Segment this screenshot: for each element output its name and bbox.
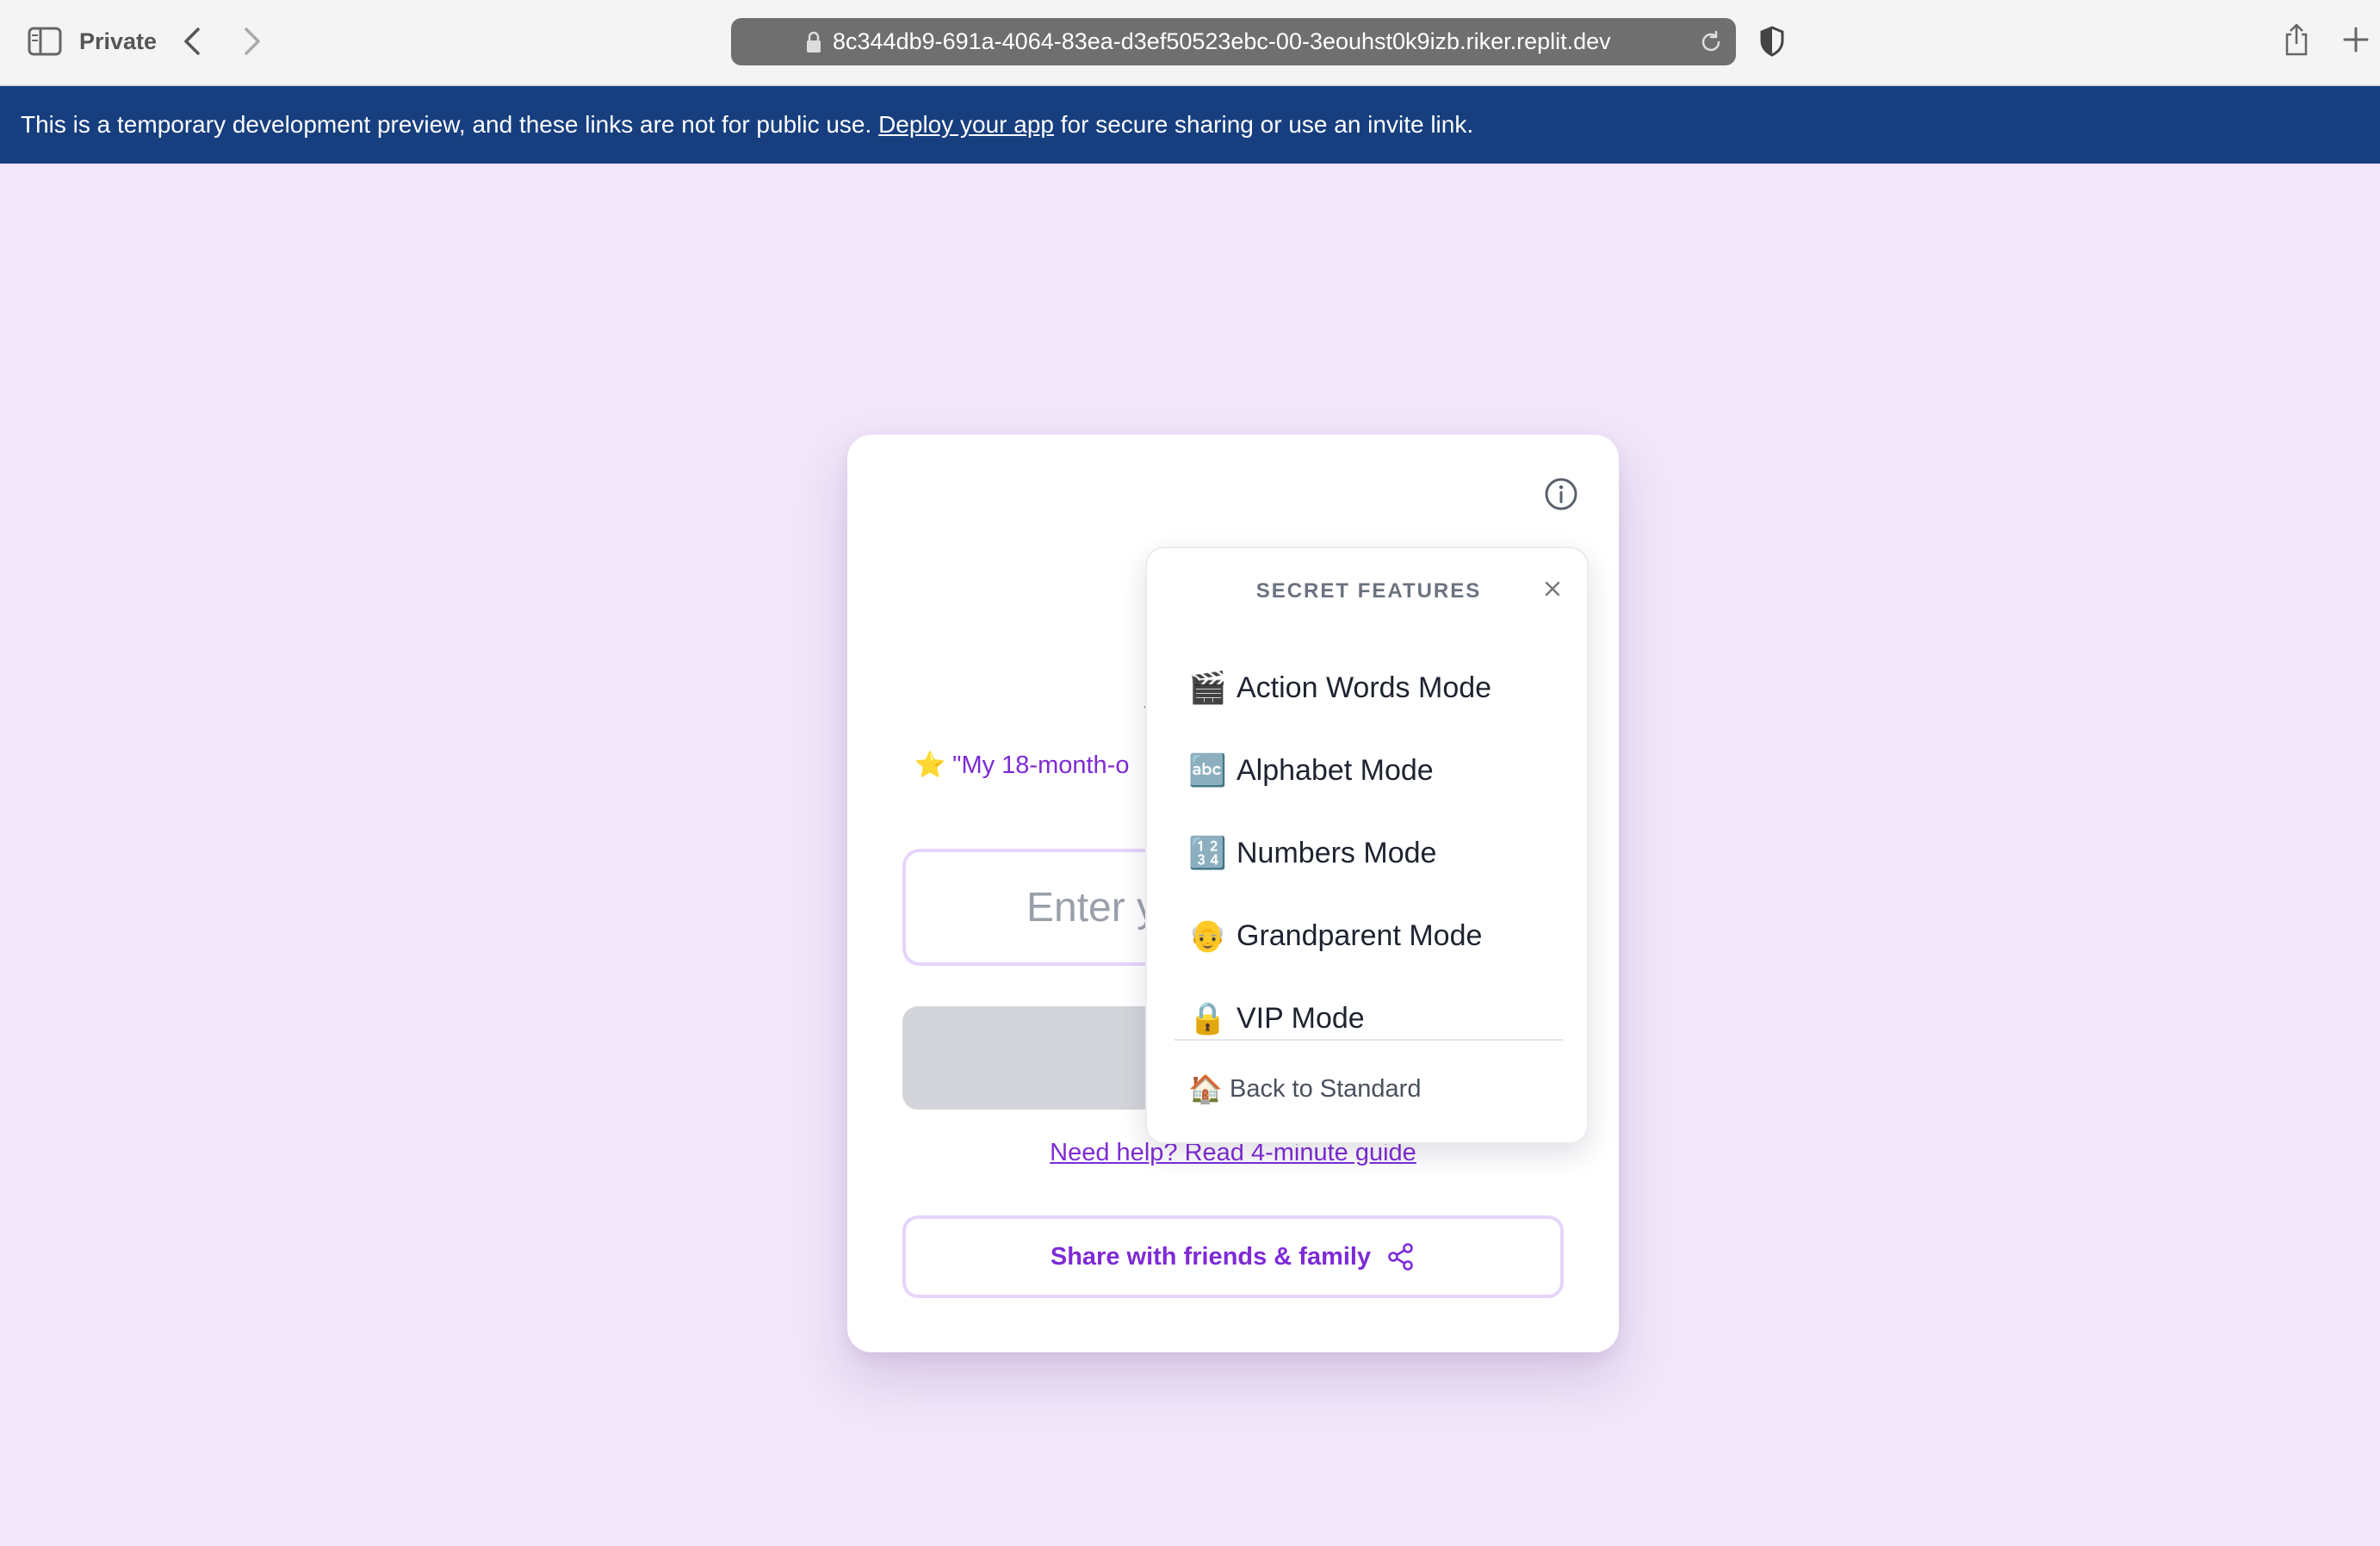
reload-icon[interactable] xyxy=(1698,29,1724,55)
browser-toolbar: Private 8c344db9-691a-4064-83ea-d3ef5052… xyxy=(0,0,2380,86)
share-icon[interactable] xyxy=(2282,22,2311,57)
share-nodes-icon xyxy=(1388,1243,1413,1271)
abc-icon: 🔤 xyxy=(1188,753,1227,788)
menu-item-vip[interactable]: 🔒 VIP Mode xyxy=(1188,991,1365,1046)
lock-icon: 🔒 xyxy=(1188,1001,1227,1036)
dev-preview-banner: This is a temporary development preview,… xyxy=(0,86,2380,164)
clapperboard-icon: 🎬 xyxy=(1188,671,1227,706)
forward-chevron-icon[interactable] xyxy=(239,24,265,59)
banner-text-before: This is a temporary development preview,… xyxy=(21,111,879,138)
menu-item-label: Grandparent Mode xyxy=(1236,918,1483,952)
url-text[interactable]: 8c344db9-691a-4064-83ea-d3ef50523ebc-00-… xyxy=(833,18,1611,65)
menu-item-action-words[interactable]: 🎬 Action Words Mode xyxy=(1188,660,1491,715)
menu-item-alphabet[interactable]: 🔤 Alphabet Mode xyxy=(1188,743,1434,798)
divider xyxy=(1175,1039,1563,1041)
menu-item-label: Action Words Mode xyxy=(1236,671,1492,704)
numbers-icon: 🔢 xyxy=(1188,836,1227,871)
address-bar[interactable]: 8c344db9-691a-4064-83ea-d3ef50523ebc-00-… xyxy=(731,18,1736,65)
banner-text-after: for secure sharing or use an invite link… xyxy=(1053,111,1474,138)
grandparent-icon: 👴 xyxy=(1188,918,1227,954)
menu-item-label: Numbers Mode xyxy=(1236,836,1437,869)
popover-header: SECRET FEATURES xyxy=(1255,579,1482,603)
back-to-standard-label: Back to Standard xyxy=(1230,1074,1422,1103)
menu-item-label: Alphabet Mode xyxy=(1236,753,1434,787)
share-button-label: Share with friends & family xyxy=(1050,1242,1372,1271)
share-button[interactable]: Share with friends & family xyxy=(902,1215,1564,1298)
back-chevron-icon[interactable] xyxy=(179,24,205,59)
deploy-app-link[interactable]: Deploy your app xyxy=(878,111,1054,138)
lock-icon xyxy=(807,31,821,53)
menu-item-grandparent[interactable]: 👴 Grandparent Mode xyxy=(1188,908,1482,963)
private-label: Private xyxy=(79,28,158,54)
secret-features-popover: SECRET FEATURES 🎬 Action Words Mode 🔤 Al… xyxy=(1145,547,1589,1144)
menu-item-numbers[interactable]: 🔢 Numbers Mode xyxy=(1188,826,1436,881)
info-icon[interactable] xyxy=(1543,476,1579,512)
house-icon: 🏠 xyxy=(1188,1073,1223,1105)
shield-icon[interactable] xyxy=(1759,26,1785,57)
sidebar-icon[interactable] xyxy=(28,26,62,57)
testimonial: ⭐ "My 18-month-o xyxy=(914,751,1130,779)
new-tab-plus-icon[interactable] xyxy=(2342,26,2370,53)
close-icon[interactable] xyxy=(1543,579,1562,598)
menu-item-label: VIP Mode xyxy=(1236,1001,1365,1035)
back-to-standard-button[interactable]: 🏠 Back to Standard xyxy=(1188,1065,1421,1113)
